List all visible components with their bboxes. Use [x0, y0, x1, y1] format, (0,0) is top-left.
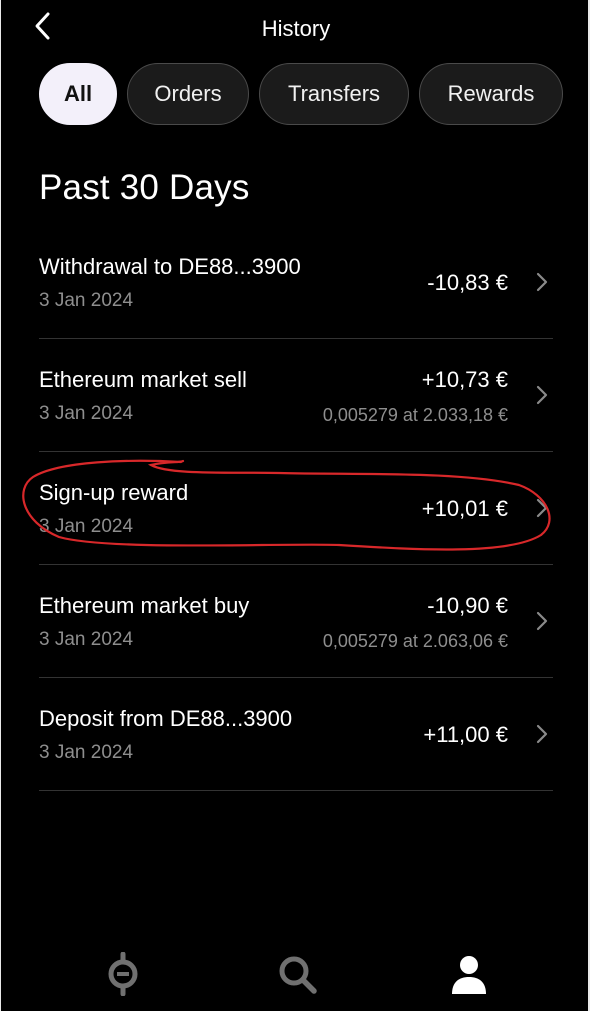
transaction-amount: +11,00 €	[423, 722, 508, 747]
transaction-date: 3 Jan 2024	[39, 742, 134, 763]
filter-chip-transfers[interactable]: Transfers	[259, 63, 409, 125]
bottom-navigation	[1, 940, 588, 1011]
transaction-row[interactable]: Deposit from DE88...3900 3 Jan 2024 +11,…	[39, 678, 553, 791]
transaction-date: 3 Jan 2024	[39, 516, 134, 537]
nav-profile[interactable]	[447, 952, 491, 996]
transaction-detail: 0,005279 at 2.033,18 €	[322, 405, 508, 425]
transaction-amount: +10,01 €	[421, 496, 508, 521]
nav-home[interactable]	[101, 951, 145, 997]
section-title: Past 30 Days	[39, 168, 250, 207]
header: History	[1, 0, 588, 56]
transaction-title: Deposit from DE88...3900	[39, 706, 293, 731]
search-icon	[279, 956, 317, 994]
transaction-list: Withdrawal to DE88...3900 3 Jan 2024 -10…	[39, 226, 553, 791]
chevron-right-icon	[534, 496, 550, 520]
filter-chips: All Orders Transfers Rewards	[39, 63, 563, 125]
chevron-right-icon	[534, 383, 550, 407]
transaction-row[interactable]: Ethereum market sell 3 Jan 2024 +10,73 €…	[39, 339, 553, 452]
chevron-right-icon	[534, 270, 550, 294]
profile-icon	[452, 956, 486, 994]
transaction-date: 3 Jan 2024	[39, 629, 134, 650]
transaction-date: 3 Jan 2024	[39, 403, 134, 424]
transaction-row[interactable]: Sign-up reward 3 Jan 2024 +10,01 €	[39, 452, 553, 565]
transaction-amount: -10,90 €	[427, 593, 508, 618]
chevron-right-icon	[534, 609, 550, 633]
chevron-right-icon	[534, 722, 550, 746]
transaction-date: 3 Jan 2024	[39, 290, 134, 311]
transaction-title: Sign-up reward	[39, 480, 189, 505]
transaction-amount: -10,83 €	[427, 270, 508, 295]
page-title: History	[261, 16, 331, 41]
transaction-row[interactable]: Withdrawal to DE88...3900 3 Jan 2024 -10…	[39, 226, 553, 339]
transaction-detail: 0,005279 at 2.063,06 €	[322, 631, 508, 651]
transaction-amount: +10,73 €	[421, 367, 508, 392]
filter-chip-orders[interactable]: Orders	[127, 63, 249, 125]
filter-chip-rewards[interactable]: Rewards	[419, 63, 563, 125]
phone-screen: History All Orders Transfers Rewards Pas…	[0, 0, 590, 1011]
transaction-title: Withdrawal to DE88...3900	[39, 254, 301, 279]
home-logo-icon	[108, 951, 138, 997]
filter-chip-all[interactable]: All	[39, 63, 117, 125]
transaction-title: Ethereum market buy	[39, 593, 250, 618]
nav-search[interactable]	[275, 952, 319, 996]
transaction-row[interactable]: Ethereum market buy 3 Jan 2024 -10,90 € …	[39, 565, 553, 678]
transaction-title: Ethereum market sell	[39, 367, 247, 392]
